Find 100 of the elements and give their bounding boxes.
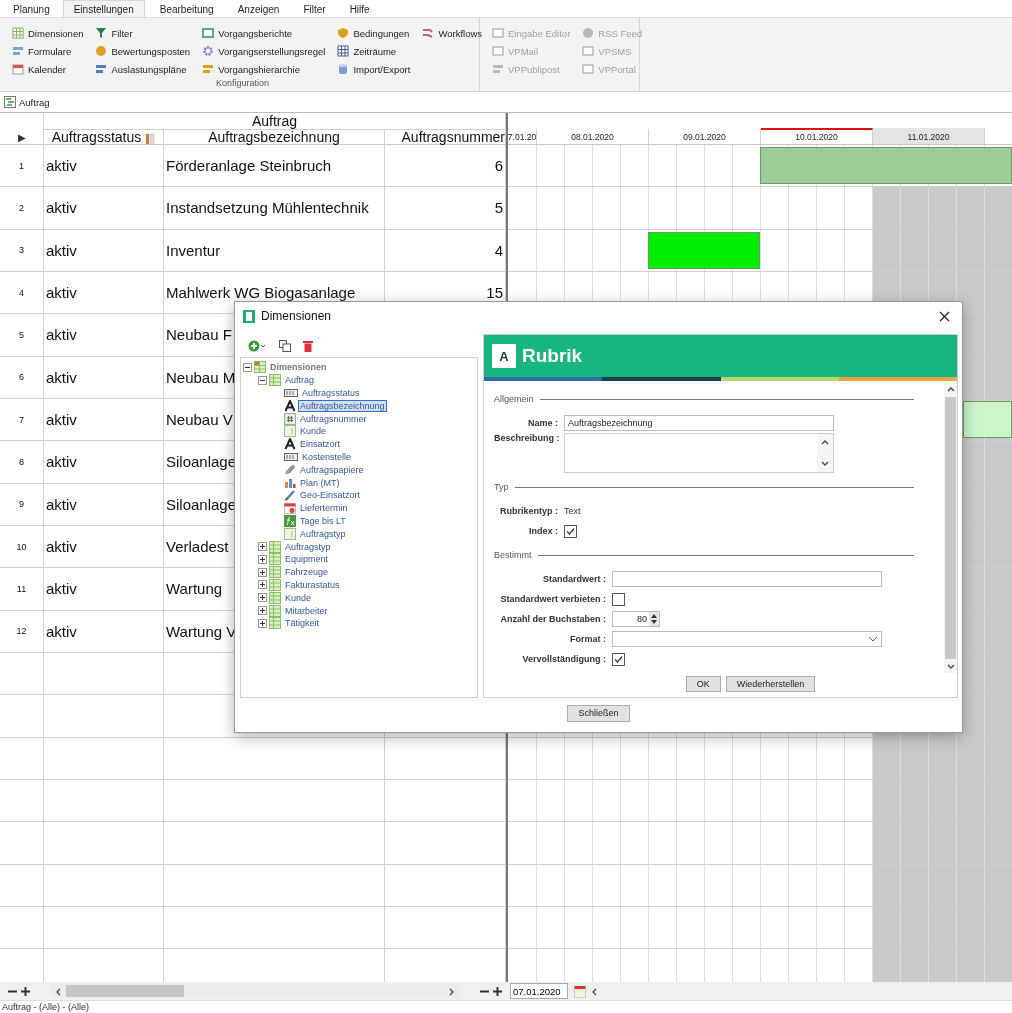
row-marker: ▶ <box>17 131 26 145</box>
expand-icon[interactable] <box>258 567 267 577</box>
ribbon-button[interactable]: Auslastungspläne <box>95 60 191 78</box>
expand-icon[interactable] <box>258 580 267 590</box>
date-header: 10.01.2020 <box>761 128 873 144</box>
expand-icon[interactable] <box>258 593 267 603</box>
ribbon-button[interactable]: Workflows <box>422 24 483 42</box>
collapse-icon[interactable] <box>258 375 267 385</box>
checkbox[interactable] <box>612 592 625 606</box>
document-tab[interactable]: Auftrag <box>4 96 50 108</box>
ribbon-tab[interactable]: Einstellungen <box>62 0 145 17</box>
calendar-icon <box>574 984 586 998</box>
ribbon-button[interactable]: Dimensionen <box>12 24 84 42</box>
row-number: 5 <box>19 329 24 340</box>
horizontal-scrollbar[interactable] <box>50 984 460 998</box>
ribbon-button[interactable]: Filter <box>95 24 191 42</box>
number-spinner[interactable]: 80 <box>612 611 660 627</box>
task-bar[interactable] <box>760 147 1012 185</box>
tree-item[interactable]: Kostenstelle <box>300 450 354 463</box>
tree-item[interactable]: Mitarbeiter <box>283 604 330 617</box>
table-cell: aktiv <box>46 241 77 259</box>
funnel-icon <box>95 27 108 39</box>
ribbon-tab[interactable]: Anzeigen <box>226 0 291 17</box>
plus-icon <box>21 986 30 996</box>
column-header[interactable]: Auftragsstatus <box>44 129 164 145</box>
expand-icon[interactable] <box>258 554 267 564</box>
tree-item[interactable]: Einsatzort <box>298 438 343 451</box>
ribbon-tab[interactable]: Bearbeitung <box>148 0 225 17</box>
calendar-icon <box>12 63 24 75</box>
vertical-scrollbar[interactable] <box>944 383 957 673</box>
tree-item[interactable]: Auftragstyp <box>298 527 348 540</box>
ribbon-tab[interactable]: Filter <box>292 0 337 17</box>
ribbon-tab[interactable]: Planung <box>2 0 61 17</box>
row-number: 6 <box>19 372 24 383</box>
copy-button[interactable] <box>277 337 293 354</box>
tree-item[interactable]: Auftragspapiere <box>298 463 366 476</box>
ribbon-button[interactable]: Import/Export <box>337 60 411 78</box>
ribbon-button[interactable]: Vorgangshierarchie <box>202 60 326 78</box>
checkbox[interactable] <box>564 524 577 538</box>
date-field[interactable]: 07.01.2020 <box>510 983 568 999</box>
row-number: 9 <box>19 499 24 510</box>
tree-item[interactable]: Liefertermin <box>298 502 350 515</box>
checkbox[interactable] <box>612 652 625 666</box>
field-label: Vervollständigung : <box>521 654 606 664</box>
type-badge: A <box>492 344 516 368</box>
ribbon-button[interactable]: Bewertungsposten <box>95 42 191 60</box>
table-cell: Wartung <box>166 580 223 598</box>
field-label: Beschreibung : <box>494 433 558 443</box>
tree-item[interactable]: Fakturastatus <box>283 578 342 591</box>
text-field[interactable]: Auftragsbezeichnung <box>564 415 834 431</box>
column-header[interactable]: Auftragsbezeichnung <box>164 129 385 145</box>
table-icon <box>254 361 266 374</box>
expand-icon[interactable] <box>258 606 267 616</box>
paperclip-icon <box>284 463 296 476</box>
ribbon-button[interactable]: Zeiträume <box>337 42 411 60</box>
ok-button[interactable]: OK <box>685 676 721 692</box>
tree-item[interactable]: Auftrag <box>283 374 317 387</box>
column-header[interactable]: Auftragsnummer <box>385 129 506 145</box>
text-field[interactable] <box>612 571 882 587</box>
row-number: 1 <box>19 160 24 171</box>
close-dialog-button[interactable]: Schließen <box>567 704 630 722</box>
tree-item[interactable]: Auftragsstatus <box>300 387 362 399</box>
section-title: Bestimmt <box>494 550 532 560</box>
collapse-icon[interactable] <box>243 362 252 372</box>
ribbon-button[interactable]: Kalender <box>12 60 84 78</box>
tree-item[interactable]: Dimensionen <box>268 361 329 374</box>
tree-item[interactable]: Plan (MT) <box>298 476 342 489</box>
ribbon-button[interactable]: Formulare <box>12 42 84 60</box>
tree-item[interactable]: Kunde <box>283 591 314 604</box>
table-cell: aktiv <box>46 368 77 386</box>
table-cell: Neubau F <box>166 326 232 344</box>
list-icon <box>284 389 298 397</box>
calendar-button[interactable] <box>572 983 588 999</box>
tree-item[interactable]: Equipment <box>283 553 331 566</box>
mail-icon <box>492 45 504 57</box>
filter-icon <box>145 133 156 145</box>
table-cell: aktiv <box>46 538 77 556</box>
expand-icon[interactable] <box>258 542 267 552</box>
table-cell: Förderanlage Steinbruch <box>166 157 332 175</box>
tree-item[interactable]: Auftragsnummer <box>298 412 369 425</box>
tree-item[interactable]: Auftragstyp <box>283 540 333 553</box>
tree-item[interactable]: Tage bis LT <box>298 514 348 527</box>
ribbon-tab[interactable]: Hilfe <box>338 0 381 17</box>
expand-icon[interactable] <box>258 618 267 628</box>
check-icon <box>613 653 624 665</box>
field-value: Text <box>564 506 582 516</box>
close-icon <box>939 310 950 322</box>
tree-item[interactable]: Geo-Einsatzort <box>298 489 363 502</box>
tree-item[interactable]: Tätigkeit <box>283 617 321 630</box>
group-header: Auftrag <box>44 113 506 129</box>
tree-item[interactable]: Auftragsbezeichnung <box>298 399 387 412</box>
task-bar[interactable] <box>963 400 1012 439</box>
task-bar[interactable] <box>648 231 760 269</box>
table-icon <box>269 591 281 604</box>
ribbon-button[interactable]: Vorgangserstellungsregel <box>202 42 326 60</box>
restore-button[interactable]: Wiederherstellen <box>725 676 816 692</box>
tree-item[interactable]: Kunde <box>298 425 329 438</box>
tree-item[interactable]: Fahrzeuge <box>283 566 331 579</box>
ribbon-button[interactable]: Bedingungen <box>337 24 411 42</box>
ribbon-button[interactable]: Vorgangsberichte <box>202 24 326 42</box>
